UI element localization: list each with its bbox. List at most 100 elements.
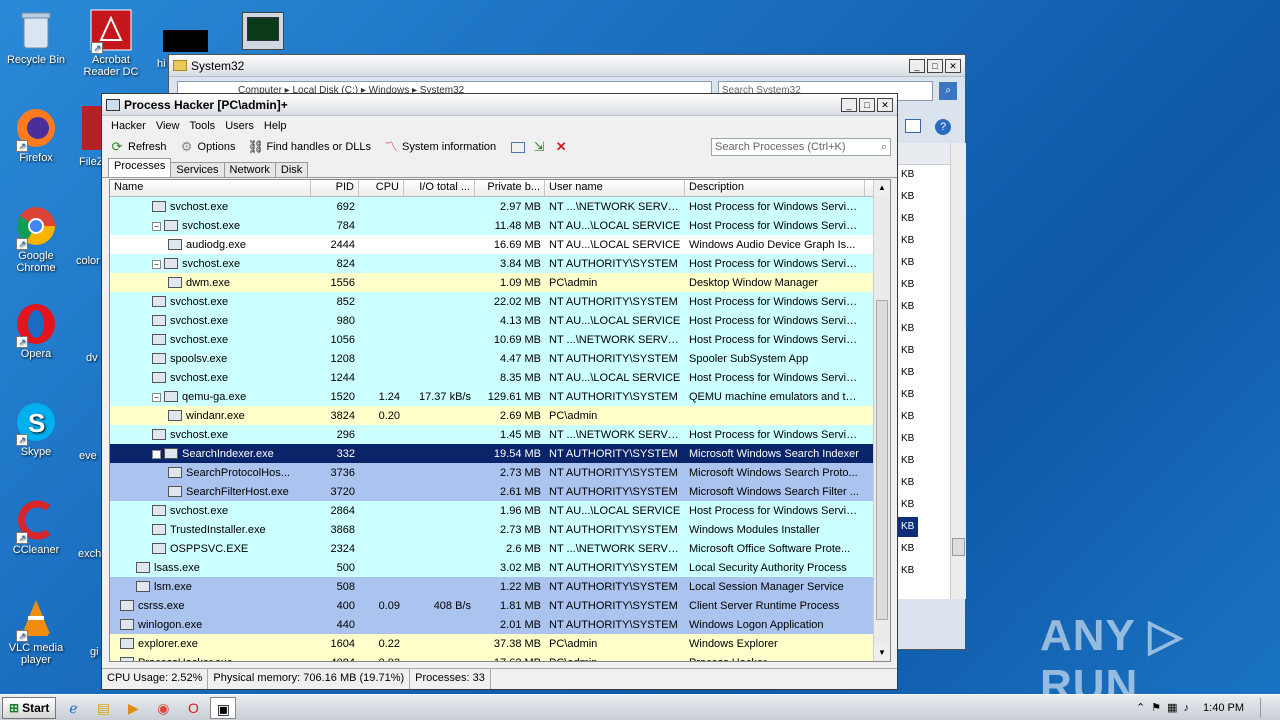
menu-help[interactable]: Help	[259, 120, 292, 132]
tab-network[interactable]: Network	[223, 162, 276, 177]
maximize-button[interactable]: □	[927, 58, 943, 73]
find-window-icon[interactable]: ⇲	[531, 139, 547, 155]
desktop-icon-firefox[interactable]: ↗ Firefox	[0, 106, 72, 164]
table-row[interactable]: lsass.exe 500 3.02 MB NT AUTHORITY\SYSTEM Lo…	[110, 558, 890, 577]
table-row[interactable]: − svchost.exe 784 11.48 MB NT AU...\LOCAL SE…	[110, 216, 890, 235]
table-row[interactable]: audiodg.exe 2444 16.69 MB NT AU...\LOCAL SE…	[110, 235, 890, 254]
start-button[interactable]: ⊞ Start	[2, 696, 57, 719]
tab-disk[interactable]: Disk	[274, 162, 309, 177]
desktop-icon-vlc[interactable]: ↗ VLC media player	[0, 596, 72, 666]
column-user-name[interactable]: User name	[545, 180, 685, 196]
preview-pane-icon[interactable]	[905, 119, 921, 133]
minimize-button[interactable]: _	[841, 97, 857, 112]
column-cpu[interactable]: CPU	[359, 180, 404, 196]
scroll-up-arrow[interactable]: ▲	[874, 180, 890, 196]
menu-users[interactable]: Users	[220, 120, 259, 132]
taskbar-chrome-icon[interactable]: ◉	[150, 697, 176, 719]
maximize-button[interactable]: □	[859, 97, 875, 112]
table-row[interactable]: explorer.exe 1604 0.22 37.38 MB PC\admin Wind…	[110, 634, 890, 653]
table-row[interactable]: lsm.exe 508 1.22 MB NT AUTHORITY\SYSTEM Loca…	[110, 577, 890, 596]
table-row[interactable]: ProcessHacker.exe 40840.03 17.62 MBPC\admi…	[110, 653, 890, 661]
search-icon[interactable]: ⌕	[939, 82, 958, 100]
scroll-down-arrow[interactable]: ▼	[874, 645, 890, 661]
collapse-icon[interactable]: −	[152, 259, 161, 269]
collapse-icon[interactable]: −	[152, 449, 161, 459]
table-row[interactable]: OSPPSVC.EXE 2324 2.6 MB NT ...\NETWORK SERV…	[110, 539, 890, 558]
taskbar-media-player-icon[interactable]: ▶	[120, 697, 146, 719]
table-row[interactable]: dwm.exe 1556 1.09 MB PC\admin Desktop Window…	[110, 273, 890, 292]
close-button[interactable]: ✕	[945, 58, 961, 73]
tray-expand-icon[interactable]: ⌃	[1136, 701, 1145, 714]
table-row[interactable]: svchost.exe 296 1.45 MB NT ...\NETWORK SERV…	[110, 425, 890, 444]
menu-view[interactable]: View	[151, 120, 185, 132]
desktop-icon-chrome[interactable]: ↗ Google Chrome	[0, 204, 72, 274]
desktop-icon-ccleaner[interactable]: ↗ CCleaner	[0, 498, 72, 556]
close-button[interactable]: ✕	[877, 97, 893, 112]
help-icon[interactable]: ?	[935, 119, 951, 135]
window-icon[interactable]	[511, 141, 526, 153]
table-row[interactable]: svchost.exe 2864 1.96 MB NT AU...\LOCAL SER…	[110, 501, 890, 520]
scroll-thumb[interactable]	[876, 300, 888, 620]
collapse-icon[interactable]: −	[152, 392, 161, 402]
column-pid[interactable]: PID	[311, 180, 359, 196]
ph-titlebar[interactable]: Process Hacker [PC\admin]+ _ □ ✕	[102, 94, 897, 116]
desktop-icon-acrobat[interactable]: ↗ Acrobat Reader DC	[75, 8, 147, 78]
process-hacker-window[interactable]: Process Hacker [PC\admin]+ _ □ ✕ Hacker …	[101, 93, 898, 690]
options-button[interactable]: ⚙ Options	[176, 137, 239, 157]
cell-name: lsass.exe	[110, 562, 311, 574]
system-tray: ⌃ ⚑ ▦ ♪ 1:40 PM	[1136, 697, 1280, 718]
taskbar-explorer-icon[interactable]: ▤	[90, 697, 116, 719]
taskbar-ie-icon[interactable]: ℯ	[60, 697, 86, 719]
column-private-bytes[interactable]: Private b...	[475, 180, 545, 196]
table-row[interactable]: − qemu-ga.exe 1520 1.24 17.37 kB/s 129.61 MB N…	[110, 387, 890, 406]
table-row[interactable]: svchost.exe 1056 10.69 MB NT ...\NETWORK SE…	[110, 330, 890, 349]
process-list[interactable]: Name PID CPU I/O total ... Private b... …	[109, 179, 891, 662]
cell-name: lsm.exe	[110, 581, 311, 593]
system-information-button[interactable]: 〽 System information	[380, 137, 499, 157]
column-name[interactable]: Name	[110, 180, 311, 196]
table-row[interactable]: svchost.exe 1244 8.35 MB NT AU...\LOCAL SER…	[110, 368, 890, 387]
table-row[interactable]: spoolsv.exe 1208 4.47 MB NT AUTHORITY\SYSTE…	[110, 349, 890, 368]
minimize-button[interactable]: _	[909, 58, 925, 73]
desktop-icon-skype[interactable]: S ↗ Skype	[0, 400, 72, 458]
process-list-scrollbar[interactable]: ▲ ▼	[873, 180, 890, 661]
flag-icon[interactable]: ⚑	[1151, 701, 1161, 714]
tab-processes[interactable]: Processes	[108, 158, 172, 177]
terminate-icon[interactable]: ✕	[553, 139, 569, 155]
table-row[interactable]: − svchost.exe 824 3.84 MB NT AUTHORITY\SYSTE…	[110, 254, 890, 273]
column-io[interactable]: I/O total ...	[404, 180, 475, 196]
tab-services[interactable]: Services	[170, 162, 225, 177]
cell-name: − svchost.exe	[110, 220, 311, 232]
table-row[interactable]: svchost.exe 980 4.13 MB NT AU...\LOCAL SERV…	[110, 311, 890, 330]
explorer-titlebar[interactable]: System32 _ □ ✕	[169, 55, 965, 77]
explorer-scrollbar[interactable]	[950, 143, 966, 599]
cell-io: 17.37 kB/s	[419, 390, 471, 403]
find-handles-button[interactable]: ⛓ Find handles or DLLs	[244, 137, 374, 157]
taskbar-process-hacker-icon[interactable]: ▣	[210, 696, 237, 719]
table-row[interactable]: csrss.exe 400 0.09 408 B/s 1.81 MB NT AUTHORI…	[110, 596, 890, 615]
table-row[interactable]: windanr.exe 3824 0.20 2.69 MB PC\admin	[110, 406, 890, 425]
network-icon[interactable]: ▦	[1167, 701, 1177, 714]
table-row[interactable]: svchost.exe 692 2.97 MB NT ...\NETWORK SERV…	[110, 197, 890, 216]
refresh-button[interactable]: ⟳ Refresh	[106, 137, 170, 157]
process-search-input[interactable]: Search Processes (Ctrl+K) ⌕	[711, 138, 891, 156]
clock[interactable]: 1:40 PM	[1203, 702, 1244, 714]
table-row[interactable]: SearchProtocolHos... 3736 2.73 MB NT AUTHOR…	[110, 463, 890, 482]
cell-desc: Host Process for Windows Services	[689, 314, 864, 327]
table-row[interactable]: svchost.exe 852 22.02 MB NT AUTHORITY\SYSTE…	[110, 292, 890, 311]
volume-icon[interactable]: ♪	[1184, 702, 1190, 714]
process-icon	[164, 220, 178, 232]
menu-tools[interactable]: Tools	[185, 120, 221, 132]
table-row[interactable]: − SearchIndexer.exe 332 19.54 MB NT AUTHORIT…	[110, 444, 890, 463]
table-row[interactable]: winlogon.exe 440 2.01 MB NT AUTHORITY\SYSTE…	[110, 615, 890, 634]
table-row[interactable]: SearchFilterHost.exe 3720 2.61 MB NT AUTHOR…	[110, 482, 890, 501]
desktop-icon-opera[interactable]: ↗ Opera	[0, 302, 72, 360]
column-description[interactable]: Description	[685, 180, 865, 196]
process-icon	[152, 353, 166, 365]
collapse-icon[interactable]: −	[152, 221, 161, 231]
show-desktop-button[interactable]	[1260, 697, 1274, 718]
table-row[interactable]: TrustedInstaller.exe 3868 2.73 MB NT AUTHOR…	[110, 520, 890, 539]
menu-hacker[interactable]: Hacker	[106, 120, 151, 132]
desktop-icon-recycle-bin[interactable]: Recycle Bin	[0, 8, 72, 66]
taskbar-opera-icon[interactable]: O	[180, 697, 206, 719]
